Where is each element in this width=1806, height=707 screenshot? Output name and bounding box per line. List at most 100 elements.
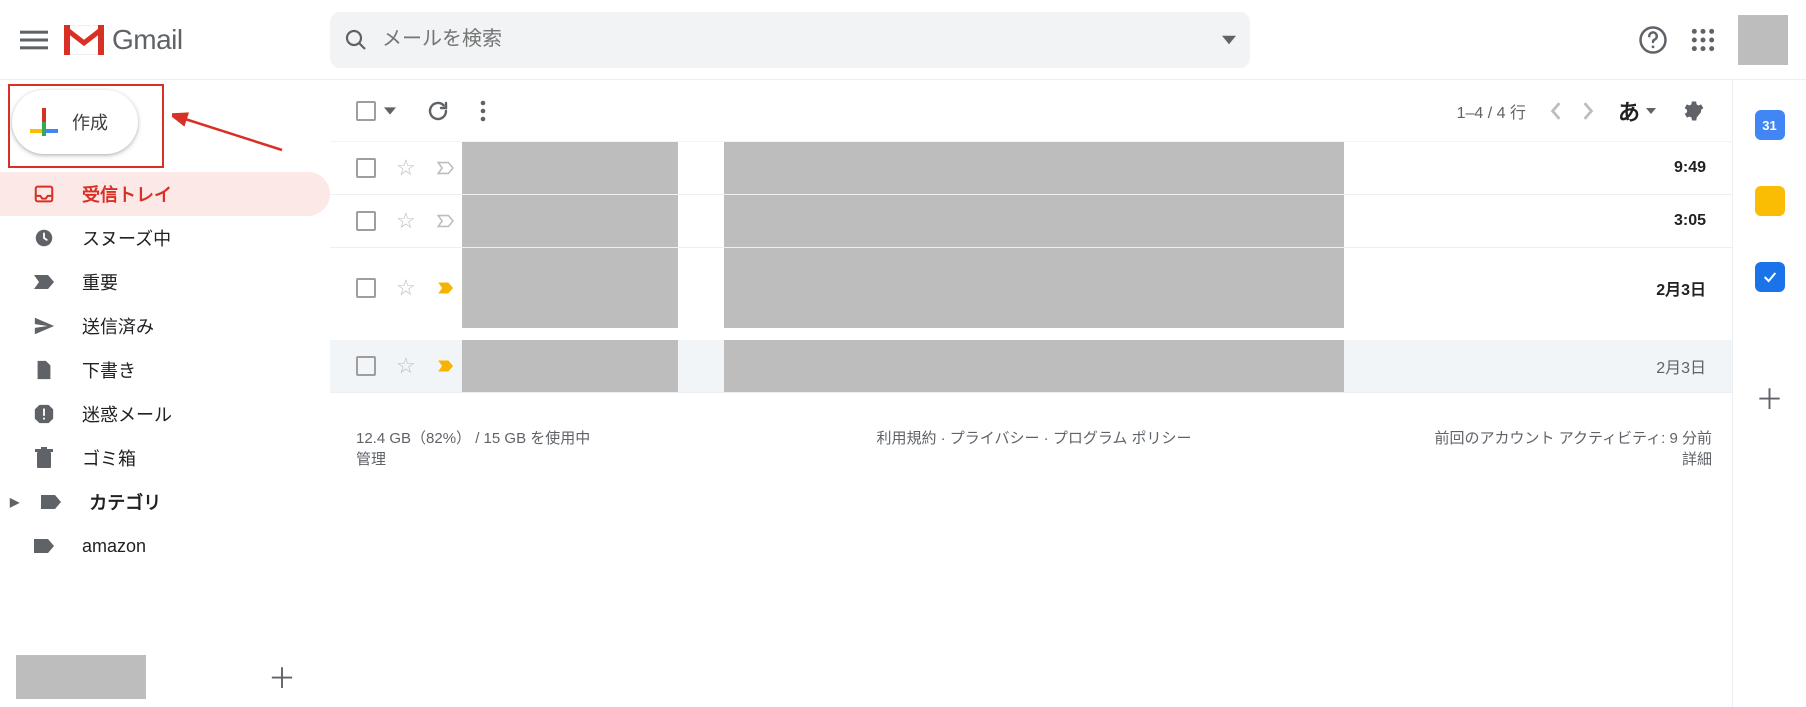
row-checkbox[interactable]: [356, 211, 376, 231]
search-options-dropdown-icon[interactable]: [1222, 33, 1236, 47]
importance-marker-icon[interactable]: [436, 359, 456, 373]
storage-manage-link[interactable]: 管理: [356, 451, 386, 468]
account-avatar[interactable]: [1738, 15, 1788, 65]
importance-marker-icon[interactable]: [436, 214, 456, 228]
star-icon[interactable]: ☆: [396, 353, 416, 379]
label-icon: [39, 493, 63, 511]
new-chat-plus-icon[interactable]: ＋: [268, 657, 314, 697]
nav-item-inbox[interactable]: 受信トレイ: [0, 172, 330, 216]
star-icon[interactable]: ☆: [396, 155, 416, 181]
star-icon[interactable]: ☆: [396, 208, 416, 234]
tasks-addon-icon[interactable]: [1755, 262, 1785, 292]
subject-redacted: [724, 248, 1344, 328]
nav-label: 受信トレイ: [82, 181, 172, 207]
nav-label: 迷惑メール: [82, 401, 172, 427]
label-icon: [32, 537, 56, 555]
select-all-checkbox[interactable]: [356, 101, 376, 121]
message-time: 9:49: [1674, 159, 1732, 177]
main-pane: 1–4 / 4 行 あ ☆: [330, 80, 1732, 707]
nav-item-categories[interactable]: ▶ カテゴリ: [0, 480, 330, 524]
support-icon[interactable]: [1638, 25, 1668, 55]
footer-legal-links[interactable]: 利用規約 · プライバシー · プログラム ポリシー: [876, 430, 1191, 447]
row-gap: [678, 248, 724, 328]
header-right: [1638, 15, 1806, 65]
nav-item-spam[interactable]: 迷惑メール: [0, 392, 330, 436]
page-next-icon[interactable]: [1582, 102, 1594, 120]
row-checkbox[interactable]: [356, 356, 376, 376]
spam-icon: [32, 403, 56, 425]
nav-item-snoozed[interactable]: スヌーズ中: [0, 216, 330, 260]
activity-details-link[interactable]: 詳細: [1682, 451, 1712, 468]
message-row[interactable]: ☆ 2月3日: [330, 248, 1732, 328]
nav-item-important[interactable]: 重要: [0, 260, 330, 304]
list-toolbar: 1–4 / 4 行 あ: [330, 80, 1732, 142]
sender-redacted: [462, 195, 678, 247]
search-icon[interactable]: [344, 28, 368, 52]
sidebar: 作成 受信トレイ スヌーズ中 重要 送信済み: [0, 80, 330, 707]
message-time: 2月3日: [1656, 354, 1732, 378]
compose-button[interactable]: 作成: [12, 90, 138, 154]
header-left: Gmail: [0, 24, 330, 56]
message-row[interactable]: ☆ 9:49: [330, 142, 1732, 195]
addons-panel: 31 ＋: [1732, 80, 1806, 707]
inbox-icon: [32, 183, 56, 205]
message-time: 2月3日: [1656, 276, 1732, 300]
nav-label: 下書き: [82, 357, 136, 383]
footer-legal: 利用規約 · プライバシー · プログラム ポリシー: [808, 427, 1260, 469]
keep-addon-icon[interactable]: [1755, 186, 1785, 216]
caret-right-icon: ▶: [10, 495, 19, 509]
importance-marker-icon[interactable]: [436, 161, 456, 175]
input-tool-dropdown-icon[interactable]: [1646, 106, 1656, 116]
nav-label: カテゴリ: [89, 489, 161, 515]
calendar-addon-icon[interactable]: 31: [1755, 110, 1785, 140]
row-checkbox[interactable]: [356, 278, 376, 298]
subject-redacted: [724, 340, 1344, 392]
apps-grid-icon[interactable]: [1690, 27, 1716, 53]
search-bar[interactable]: [330, 12, 1250, 68]
settings-gear-icon[interactable]: [1680, 98, 1706, 124]
input-tool-button[interactable]: あ: [1618, 95, 1640, 127]
refresh-icon[interactable]: [426, 99, 450, 123]
importance-marker-icon[interactable]: [436, 281, 456, 295]
main-footer: 12.4 GB（82%） / 15 GB を使用中 管理 利用規約 · プライバ…: [330, 393, 1732, 469]
send-icon: [32, 315, 56, 337]
nav-list: 受信トレイ スヌーズ中 重要 送信済み 下書き 迷惑メール: [0, 172, 330, 568]
message-row[interactable]: ☆ 2月3日: [330, 340, 1732, 393]
toolbar-right: 1–4 / 4 行 あ: [1457, 95, 1706, 127]
nav-item-trash[interactable]: ゴミ箱: [0, 436, 330, 480]
page-prev-icon[interactable]: [1550, 102, 1562, 120]
compose-area: 作成: [12, 90, 318, 154]
nav-label: amazon: [82, 536, 146, 557]
annotation-arrow: [172, 110, 292, 160]
sender-redacted: [462, 248, 678, 328]
sender-redacted: [462, 340, 678, 392]
compose-plus-icon: [30, 108, 58, 136]
star-icon[interactable]: ☆: [396, 275, 416, 301]
hangouts-profile-block[interactable]: [16, 655, 146, 699]
gmail-logo[interactable]: Gmail: [64, 24, 183, 56]
clock-icon: [32, 227, 56, 249]
message-row[interactable]: ☆ 3:05: [330, 195, 1732, 248]
message-list: ☆ 9:49 ☆ 3:05: [330, 142, 1732, 393]
message-time: 3:05: [1674, 212, 1732, 230]
row-gap: [678, 340, 724, 392]
nav-label: 送信済み: [82, 313, 154, 339]
search-input[interactable]: [382, 28, 1208, 51]
nav-item-drafts[interactable]: 下書き: [0, 348, 330, 392]
list-gap: [330, 328, 1732, 340]
footer-storage: 12.4 GB（82%） / 15 GB を使用中 管理: [356, 427, 808, 469]
select-dropdown-icon[interactable]: [384, 105, 396, 117]
subject-redacted: [724, 142, 1344, 194]
row-checkbox[interactable]: [356, 158, 376, 178]
app-header: Gmail: [0, 0, 1806, 80]
row-gap: [678, 142, 724, 194]
nav-item-label-amazon[interactable]: amazon: [0, 524, 330, 568]
hamburger-icon[interactable]: [20, 26, 48, 54]
sender-redacted: [462, 142, 678, 194]
row-gap: [678, 195, 724, 247]
more-menu-icon[interactable]: [480, 99, 486, 123]
gmail-envelope-icon: [64, 25, 104, 55]
get-addons-plus-icon[interactable]: ＋: [1755, 378, 1783, 418]
storage-text: 12.4 GB（82%） / 15 GB を使用中: [356, 427, 808, 448]
nav-item-sent[interactable]: 送信済み: [0, 304, 330, 348]
